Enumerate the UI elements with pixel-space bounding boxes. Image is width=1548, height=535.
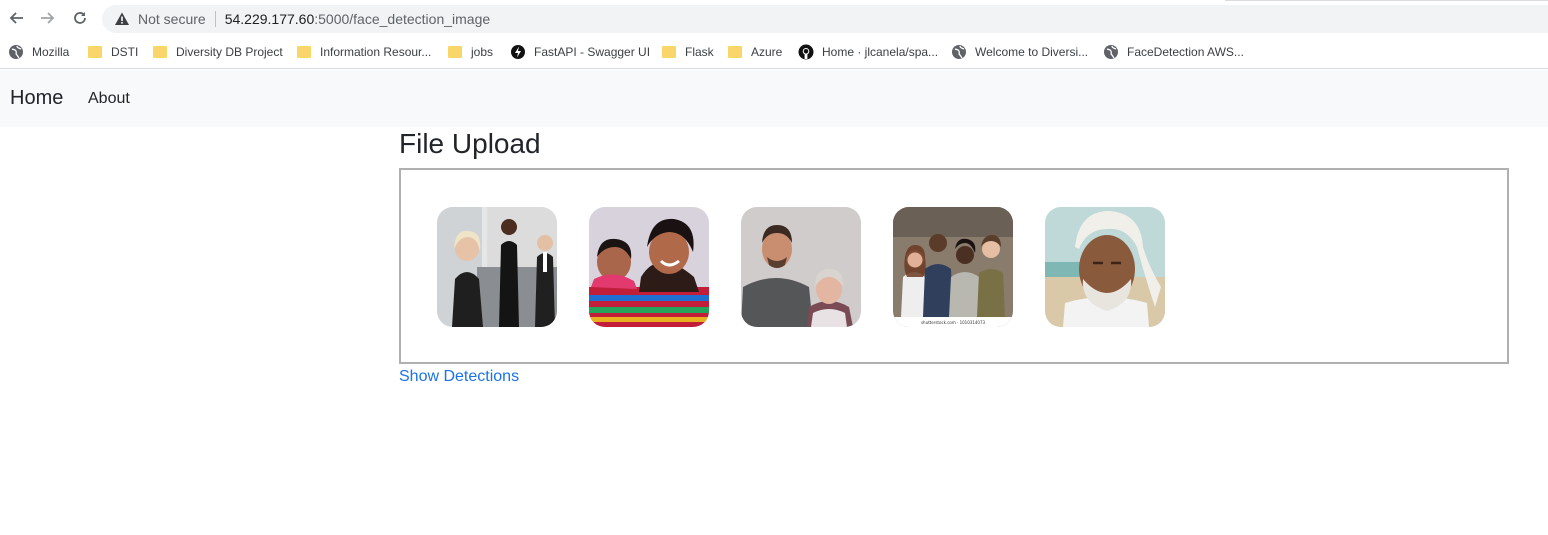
bookmark-github-home[interactable]: Home · jlcanela/spa... <box>798 43 938 61</box>
folder-icon <box>728 46 742 58</box>
page-title: File Upload <box>399 128 541 159</box>
bookmark-label: Welcome to Diversi... <box>975 45 1089 59</box>
bookmark-label: Azure <box>751 45 783 59</box>
app-navbar: Home About <box>0 70 1548 127</box>
bookmark-label: Home · jlcanela/spa... <box>822 45 939 59</box>
about-link[interactable]: About <box>88 90 130 108</box>
bookmark-information-resources[interactable]: Information Resour... <box>297 43 431 61</box>
bookmark-diversity-db-project[interactable]: Diversity DB Project <box>153 43 283 61</box>
arrow-left-icon <box>9 12 23 24</box>
bookmark-azure[interactable]: Azure <box>728 43 782 61</box>
folder-icon <box>297 46 311 58</box>
bookmark-label: FastAPI - Swagger UI <box>534 45 651 59</box>
bookmark-jobs[interactable]: jobs <box>448 43 493 61</box>
separator <box>214 11 216 27</box>
reload-button[interactable] <box>69 7 91 29</box>
address-bar[interactable]: Not secure 54.229.177.60:5000/face_detec… <box>102 5 1548 33</box>
globe-icon <box>9 45 23 59</box>
stock-watermark: shutterstock.com · 1010314073 <box>921 320 986 325</box>
arrow-right-icon <box>41 12 55 24</box>
file-upload-dropzone[interactable]: shutterstock.com · 1010314073 <box>399 168 1509 364</box>
show-detections-link[interactable]: Show Detections <box>399 368 519 386</box>
home-link[interactable]: Home <box>10 87 63 110</box>
bookmark-label: jobs <box>471 45 494 59</box>
bookmark-welcome-diversity[interactable]: Welcome to Diversi... <box>951 43 1088 61</box>
bookmark-mozilla[interactable]: Mozilla <box>8 43 69 61</box>
folder-icon <box>88 46 102 58</box>
back-button[interactable] <box>5 7 27 29</box>
bookmark-flask[interactable]: Flask <box>662 43 714 61</box>
business-people-image <box>437 207 557 327</box>
two-people-portrait-photo[interactable] <box>741 207 861 327</box>
bookmark-label: FaceDetection AWS... <box>1127 45 1244 59</box>
two-people-portrait-image <box>741 207 861 327</box>
mother-and-child-image <box>589 207 709 327</box>
folder-icon <box>448 46 462 58</box>
security-label[interactable]: Not secure <box>138 11 206 27</box>
bookmark-label: Mozilla <box>32 45 70 59</box>
github-icon <box>798 44 814 60</box>
elderly-man-turban-image <box>1045 207 1165 327</box>
elderly-man-turban-photo[interactable] <box>1045 207 1165 327</box>
group-of-friends-image: shutterstock.com · 1010314073 <box>893 207 1013 327</box>
forward-button[interactable] <box>37 7 59 29</box>
globe-icon <box>1104 45 1118 59</box>
mother-and-child-photo[interactable] <box>589 207 709 327</box>
bookmark-label: Flask <box>685 45 714 59</box>
browser-toolbar: Not secure 54.229.177.60:5000/face_detec… <box>0 0 1548 36</box>
business-people-photo[interactable] <box>437 207 557 327</box>
folder-icon <box>662 46 676 58</box>
bookmarks-bar: Mozilla DSTI Diversity DB Project Inform… <box>0 36 1548 69</box>
url-host[interactable]: 54.229.177.60 <box>225 11 315 27</box>
globe-icon <box>952 45 966 59</box>
bookmark-facedetection-aws[interactable]: FaceDetection AWS... <box>1103 43 1244 61</box>
warning-icon[interactable] <box>114 11 130 27</box>
url-path[interactable]: :5000/face_detection_image <box>314 11 490 27</box>
bookmark-label: DSTI <box>111 45 139 59</box>
bookmark-label: Diversity DB Project <box>176 45 283 59</box>
group-of-friends-photo[interactable]: shutterstock.com · 1010314073 <box>893 207 1013 327</box>
bookmark-fastapi-swagger[interactable]: FastAPI - Swagger UI <box>510 43 650 61</box>
tabstrip-edge <box>1225 0 1548 1</box>
reload-icon <box>74 12 86 24</box>
folder-icon <box>153 46 167 58</box>
fastapi-icon <box>511 45 525 59</box>
bookmark-label: Information Resour... <box>320 45 432 59</box>
bookmark-dsti[interactable]: DSTI <box>88 43 138 61</box>
